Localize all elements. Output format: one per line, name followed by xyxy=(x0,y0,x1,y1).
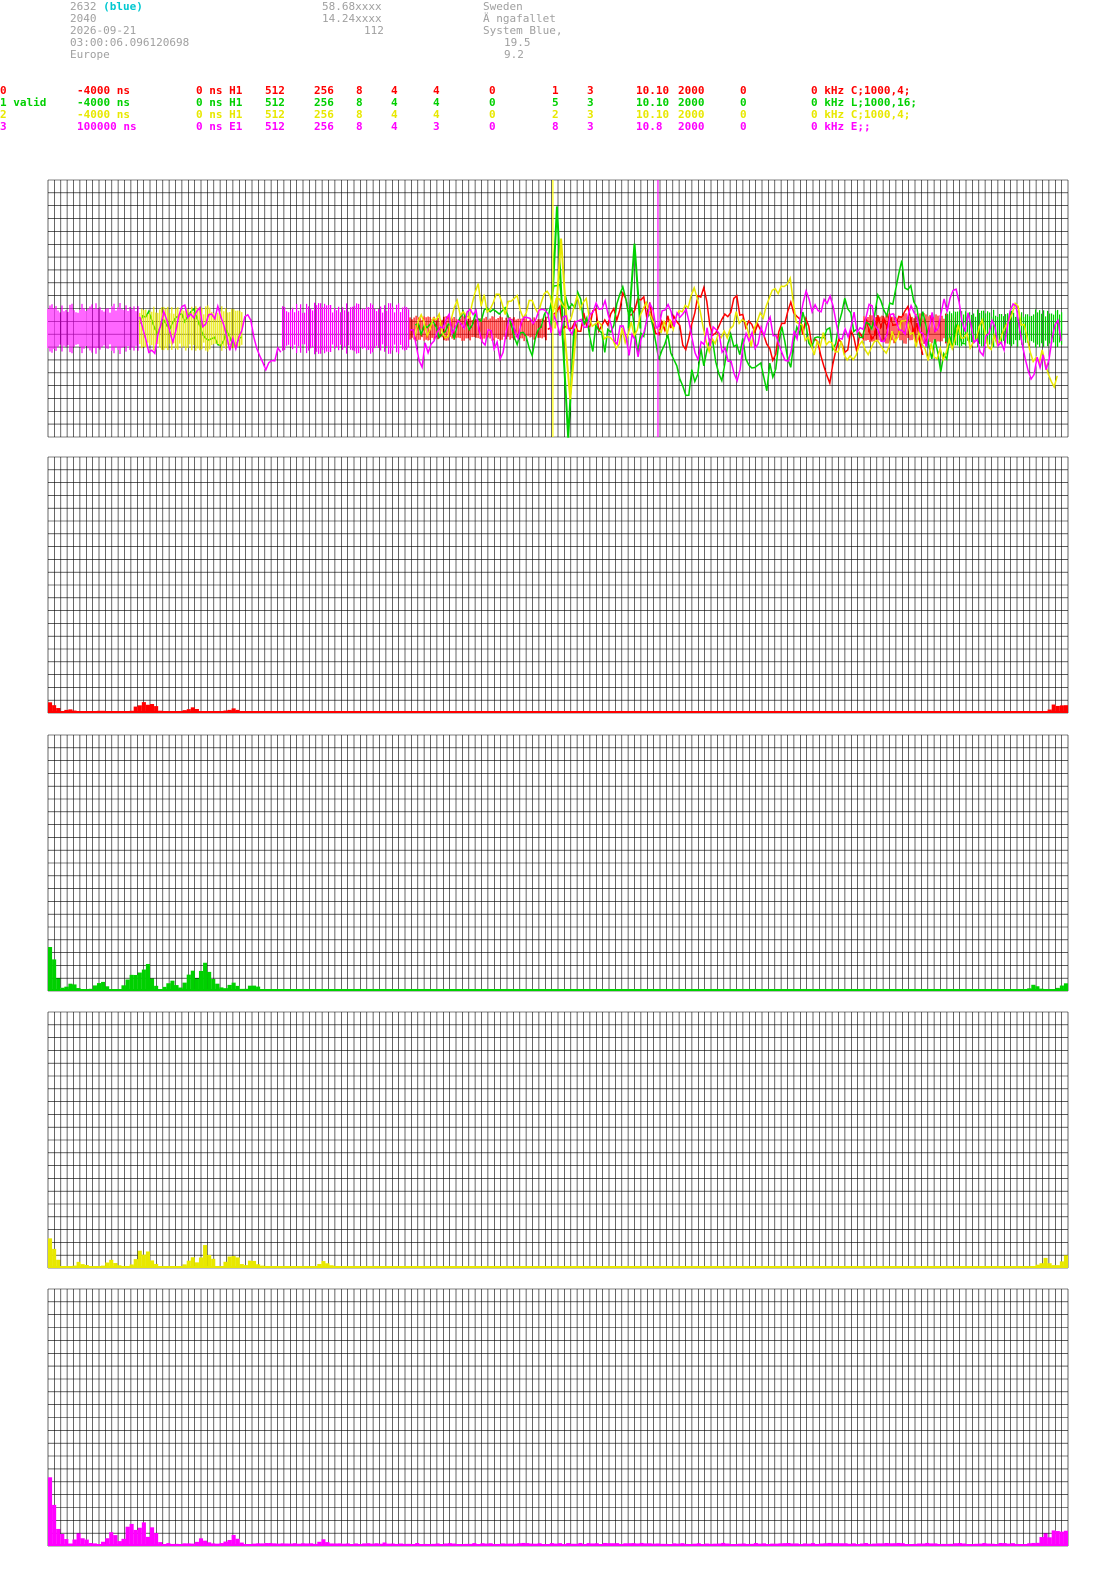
gridlines xyxy=(47,456,1069,714)
grid-panel-2 xyxy=(47,734,1069,992)
histogram-bar xyxy=(129,1523,134,1546)
histogram-bar xyxy=(190,970,195,991)
histogram-bar xyxy=(137,1250,142,1268)
histogram-bar xyxy=(207,971,212,991)
histogram-bar xyxy=(145,1251,150,1268)
histogram-bar xyxy=(186,974,191,991)
histogram-bar xyxy=(1055,1531,1060,1546)
burst-segment xyxy=(47,303,139,354)
histogram-bar xyxy=(203,1245,208,1268)
histogram-bar xyxy=(133,974,138,991)
plot-area xyxy=(47,179,1069,1547)
grid-panel-1 xyxy=(47,456,1069,714)
histogram-bar xyxy=(52,1248,57,1268)
burst-segment xyxy=(945,309,1063,348)
histogram-bar xyxy=(203,962,208,991)
histogram-bar xyxy=(141,1522,146,1546)
histogram-bar xyxy=(141,969,146,991)
histogram-bar xyxy=(48,1238,53,1268)
burst-segment xyxy=(863,313,945,344)
histogram-bar xyxy=(129,974,134,991)
gridlines xyxy=(47,1288,1069,1547)
histogram-bar xyxy=(145,963,150,991)
burst-segment xyxy=(282,302,410,355)
waveform-series-1 xyxy=(139,206,1063,438)
histogram-bar xyxy=(1063,1530,1068,1546)
histogram-bar xyxy=(56,1528,61,1546)
gridlines xyxy=(47,734,1069,992)
histogram-bar xyxy=(48,1477,53,1546)
histogram-bar xyxy=(137,1527,142,1546)
histogram-bar xyxy=(52,1504,57,1546)
histogram-bar xyxy=(150,1527,155,1546)
histogram-bar xyxy=(137,972,142,991)
histogram-bar xyxy=(52,959,57,991)
gridlines xyxy=(47,1011,1069,1269)
histogram-bar xyxy=(1051,1530,1056,1546)
histogram-bar xyxy=(109,1532,114,1546)
histogram-bar xyxy=(1059,1531,1064,1546)
grid-panel-3 xyxy=(47,1011,1069,1269)
grid-panel-4 xyxy=(47,1288,1069,1547)
histogram-bar xyxy=(133,1529,138,1546)
histogram-bar xyxy=(198,970,204,991)
histogram-bar xyxy=(48,947,53,991)
histogram-bar xyxy=(141,1254,146,1268)
histogram-bar xyxy=(125,1526,130,1546)
